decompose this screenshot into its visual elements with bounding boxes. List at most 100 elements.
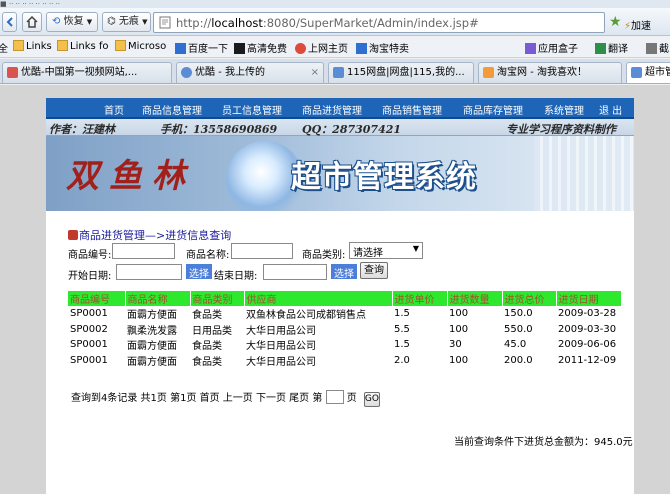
product-category-select[interactable]: 请选择 ▼ (349, 242, 423, 259)
page-number-input[interactable] (325, 390, 344, 404)
menu-item-purchase[interactable]: 商品进货管理 (302, 102, 362, 117)
bookmark-item[interactable]: 淘宝特卖 (356, 40, 409, 55)
bookmark-item[interactable]: 翻译 (595, 40, 628, 55)
restore-button[interactable]: ⟲ 恢复 ▼ (46, 12, 98, 32)
cell: 面霸方便面 (127, 310, 177, 322)
col-header: 商品编号 (68, 291, 126, 306)
main-menu: 首页 商品信息管理 员工信息管理 商品进货管理 商品销售管理 商品库存管理 系统… (46, 98, 634, 119)
chevron-down-icon: ▼ (86, 18, 93, 26)
browser-tab[interactable]: 淘宝网 - 淘我喜欢！ (478, 62, 622, 83)
table-row: SP0001 面霸方便面 食品类 大华日用品公司 1.5 30 45.0 2009-06-06 (68, 337, 622, 353)
app-box-icon (525, 43, 536, 54)
menu-item-logout[interactable]: 退 出 (599, 102, 622, 117)
col-header: 供应商 (244, 291, 393, 306)
col-header: 进货总价 (502, 291, 557, 306)
cell: 面霸方便面 (127, 341, 177, 353)
home-icon (295, 43, 306, 54)
browser-tab[interactable]: 优酷 - 我上传的 × (176, 62, 324, 83)
translate-icon (595, 43, 606, 54)
menu-item-sales[interactable]: 商品销售管理 (382, 102, 442, 117)
window-title-strip: ■ ·· ·· ·· ·· ·· ·· ·· ·· (0, 0, 670, 8)
bookmark-item[interactable]: 全 (0, 40, 8, 55)
cell: 5.5 (394, 323, 410, 335)
start-date-pick-button[interactable]: 选择 (186, 264, 212, 280)
end-date-pick-button[interactable]: 选择 (331, 264, 357, 280)
banner-author: 作者：汪建林 (49, 123, 115, 136)
bookmark-item[interactable]: Links fo (57, 40, 109, 52)
banner-slogan: 专业学习程序资料制作 (506, 123, 616, 136)
bookmark-item[interactable]: 百度一下 (175, 40, 228, 55)
youku-icon (7, 67, 18, 78)
breadcrumb: 商品进货管理—>进货信息查询 (68, 227, 231, 243)
notrace-icon: ⌬ (107, 16, 116, 27)
m-icon (234, 43, 245, 54)
bookmark-item[interactable]: 应用盒子 (525, 40, 578, 55)
cell: 大华日用品公司 (246, 341, 316, 353)
banner-info-bar: 作者：汪建林 手机：13558690869 QQ：287307421 专业学习程… (46, 119, 634, 136)
query-button[interactable]: 查询 (360, 262, 388, 279)
banner-qq: QQ：287307421 (302, 123, 402, 136)
table-header-row: 商品编号 商品名称 商品类别 供应商 进货单价 进货数量 进货总价 进货日期 (68, 291, 622, 306)
browser-tab[interactable]: 115网盘|网盘|115,我的... (328, 62, 474, 83)
bookmark-item[interactable]: Microso (115, 40, 166, 52)
menu-item-home[interactable]: 首页 (104, 102, 124, 117)
page-viewport: 首页 商品信息管理 员工信息管理 商品进货管理 商品销售管理 商品库存管理 系统… (0, 85, 670, 494)
table-row: SP0001 面霸方便面 食品类 大华日用品公司 2.0 100 200.0 2011-12-… (68, 353, 622, 369)
back-button[interactable] (2, 12, 17, 32)
browser-tab-active[interactable]: 超市管 (626, 62, 670, 83)
banner-brand: 双鱼林 (66, 156, 195, 195)
product-code-input[interactable] (112, 243, 175, 259)
address-bar[interactable]: http://localhost:8080/SuperMarket/Admin/… (153, 12, 605, 33)
page-icon (631, 67, 642, 78)
product-name-input[interactable] (231, 243, 293, 259)
back-icon (6, 17, 13, 27)
favorite-star-icon[interactable]: ★ (609, 14, 622, 30)
bookmark-item[interactable]: 高清免费 (234, 40, 287, 55)
bookmark-item[interactable]: 上网主页 (295, 40, 348, 55)
browser-toolbar: ⟲ 恢复 ▼ ⌬ 无痕 ▼ http://localhost:8080/Supe… (0, 8, 670, 36)
folder-icon (13, 40, 24, 51)
cell: 100 (449, 323, 469, 335)
end-date-input[interactable] (263, 264, 327, 280)
cell: 食品类 (192, 357, 222, 369)
accelerate-button[interactable]: ⚡加速 (624, 17, 651, 32)
cell: 2009-03-30 (558, 323, 617, 335)
taobao-icon (356, 43, 367, 54)
folder-icon (115, 40, 126, 51)
window-title: ■ ·· ·· ·· ·· ·· ·· ·· ·· (0, 0, 61, 8)
menu-item-stock[interactable]: 商品库存管理 (463, 102, 523, 117)
notrace-label: 无痕 (118, 16, 139, 27)
menu-item-system[interactable]: 系统管理 (544, 102, 584, 117)
cell: 2009-03-28 (558, 308, 617, 320)
home-icon (68, 230, 78, 240)
close-icon[interactable]: × (311, 63, 319, 82)
cell: 150.0 (504, 308, 533, 320)
pagination: 查询到4条记录 共1页 第1页 首页 上一页 下一页 尾页 第 页 GO (71, 389, 380, 407)
restore-icon: ⟲ (52, 16, 61, 27)
notrace-button[interactable]: ⌬ 无痕 ▼ (102, 12, 151, 32)
cell: 大华日用品公司 (246, 325, 316, 337)
cell: 日用品类 (192, 325, 232, 337)
url-text: http://localhost:8080/SuperMarket/Admin/… (176, 16, 479, 30)
home-icon (26, 15, 38, 28)
bookmark-item[interactable]: 截 (646, 40, 669, 55)
cell: SP0001 (70, 308, 108, 320)
bookmark-item[interactable]: Links (13, 40, 52, 52)
start-date-input[interactable] (116, 264, 182, 280)
menu-item-staff[interactable]: 员工信息管理 (222, 102, 282, 117)
menu-item-goods[interactable]: 商品信息管理 (142, 102, 202, 117)
cell: 45.0 (504, 339, 527, 351)
folder-icon (57, 40, 68, 51)
cell: 飘柔洗发露 (127, 325, 177, 337)
cell: SP0001 (70, 355, 108, 367)
cell: 双鱼林食品公司成都销售点 (246, 310, 366, 322)
col-header: 进货日期 (556, 291, 622, 306)
page-suffix: 页 (346, 393, 357, 404)
cell: 1.5 (394, 308, 410, 320)
go-button[interactable]: GO (363, 392, 380, 407)
start-date-label: 开始日期: (68, 271, 112, 282)
home-button[interactable] (22, 12, 42, 32)
site-banner: 作者：汪建林 手机：13558690869 QQ：287307421 专业学习程… (46, 119, 634, 211)
browser-tab[interactable]: 优酷-中国第一视频网站,... (2, 62, 172, 83)
cell: 100 (449, 355, 469, 367)
